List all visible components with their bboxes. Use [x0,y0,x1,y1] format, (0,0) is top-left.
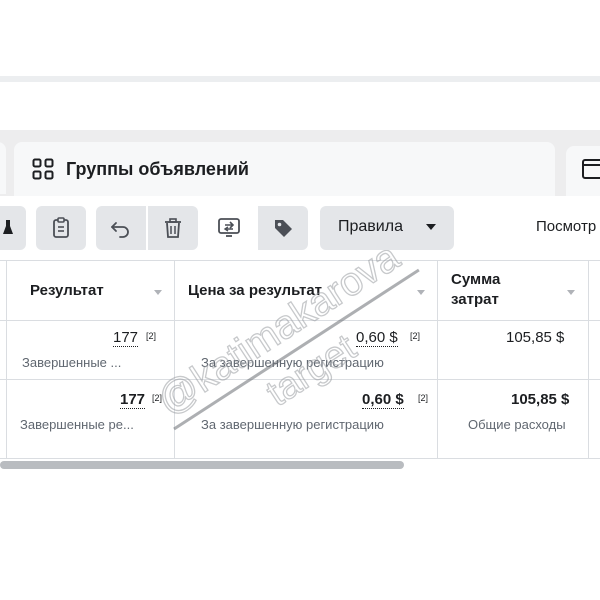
row-divider [0,379,600,380]
spent-value: 105,85 $ [506,329,565,346]
column-header-result[interactable]: Результат [30,282,104,299]
result-note: [2] [146,331,157,341]
column-divider [588,260,589,458]
horizontal-scrollbar[interactable] [0,461,404,469]
ab-test-button[interactable] [0,206,26,250]
caret-down-icon [426,224,436,230]
export-screen-icon [218,218,240,237]
column-header-cost-per-result[interactable]: Цена за результат [188,282,322,299]
table-top-border [0,260,600,261]
cost-subtext: За завершенную регистрацию [201,355,384,370]
cost-note: [2] [410,331,421,341]
ad-window-icon [582,159,600,179]
cost-value[interactable]: 0,60 $ [356,329,398,347]
sort-caret-icon[interactable] [417,290,425,295]
column-header-amount-spent-line1[interactable]: Сумма [451,271,500,288]
result-total-note: [2] [152,393,163,403]
grid-icon [32,158,54,180]
column-divider [174,260,175,458]
result-subtext: Завершенные ... [22,355,122,370]
tag-button[interactable] [258,206,308,250]
undo-icon [111,222,129,238]
result-total-value[interactable]: 177 [120,391,146,409]
duplicate-button[interactable] [36,206,86,250]
view-setup-button[interactable]: Посмотр [536,218,596,235]
spent-total-subtext: Общие расходы [468,417,566,432]
sort-caret-icon[interactable] [567,290,575,295]
tab-ad-groups-label: Группы объявлений [66,159,249,179]
cost-total-value[interactable]: 0,60 $ [362,391,404,409]
tag-icon [275,220,292,237]
flask-icon [3,220,13,234]
export-button[interactable] [206,206,252,250]
sort-caret-icon[interactable] [154,290,162,295]
cost-total-subtext: За завершенную регистрацию [201,417,384,432]
delete-button[interactable] [148,206,198,250]
clipboard-icon [53,217,69,238]
header-divider [0,320,600,321]
result-total-subtext: Завершенные ре... [20,417,134,432]
cost-total-note: [2] [418,393,429,403]
rules-label: Правила [338,218,403,235]
spent-total-value: 105,85 $ [511,391,570,408]
tab-previous[interactable] [0,142,6,194]
watermark-line2: target [259,326,364,414]
column-divider [437,260,438,458]
column-divider [6,260,7,458]
trash-icon [165,218,181,238]
table-bottom-border [0,458,600,459]
top-divider [0,76,600,82]
column-header-amount-spent-line2: затрат [451,291,499,308]
result-value[interactable]: 177 [113,329,139,347]
undo-button[interactable] [96,206,146,250]
